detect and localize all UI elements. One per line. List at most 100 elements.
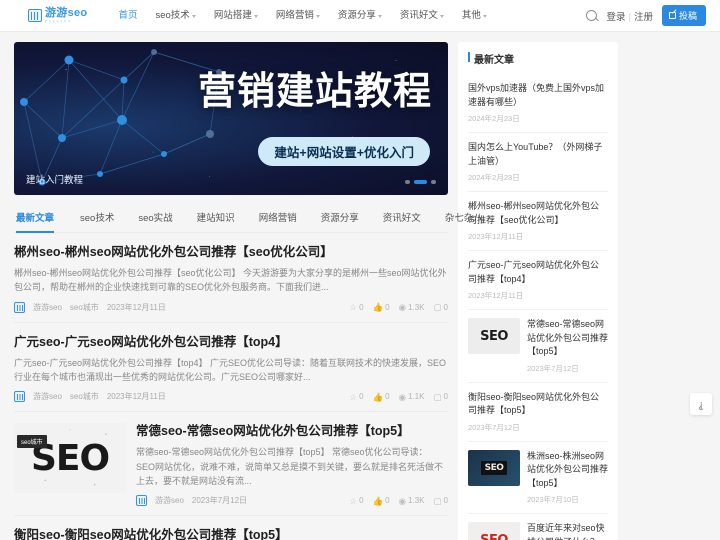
banner-dot-2[interactable] [431,180,436,184]
stat-views: ◉ 1.3K [399,303,425,312]
chevron-down-icon [253,14,258,18]
submit-post-button[interactable]: 投稿 [661,5,706,26]
comment-icon: ▢ [433,301,442,312]
article-body: 常德seo-常德seo网站优化外包公司推荐【top5】 常德seo-常德seo网站… [136,423,448,507]
sidebar-article-item[interactable]: 国内怎么上YouTube？（外网梯子上油管） 2024年2月23日 [468,133,608,192]
nav-item-1[interactable]: seo技术 [146,0,204,32]
share-glyph: ⸘ [698,398,704,411]
comment-icon: ▢ [433,495,442,506]
sidebar-item-title[interactable]: 国内怎么上YouTube？（外网梯子上油管） [468,141,608,168]
article-meta: 游游seo 2023年7月12日 ☆ 0 👍 0 ◉ 1.3K ▢ 0 [136,495,448,507]
hero-banner[interactable]: 营销建站教程 建站+网站设置+优化入门 建站入门教程 [14,42,448,195]
tab-3[interactable]: 建站知识 [185,203,247,232]
stat-stars-value: 0 [359,496,364,506]
site-logo[interactable]: 游游seo yoyoseo [28,7,87,24]
article-title[interactable]: 衡阳seo-衡阳seo网站优化外包公司推荐【top5】 [14,527,448,540]
article-author[interactable]: 游游seo [33,391,62,402]
article-title[interactable]: 郴州seo-郴州seo网站优化外包公司推荐【seo优化公司】 [14,244,448,261]
eye-icon: ◉ [398,495,407,506]
article-category[interactable]: seo城市 [70,302,99,313]
tab-1[interactable]: seo技术 [68,203,126,232]
article-author[interactable]: 游游seo [33,302,62,313]
sidebar-article-item[interactable]: 广元seo-广元seo网站优化外包公司推荐【top4】 2023年12月11日 [468,251,608,310]
sidebar-article-item[interactable]: 衡阳seo-衡阳seo网站优化外包公司推荐【top5】 2023年7月12日 [468,383,608,442]
sidebar-item-text: 广元seo-广元seo网站优化外包公司推荐【top4】 2023年12月11日 [468,259,608,301]
search-icon[interactable] [586,10,598,21]
tab-2[interactable]: seo实战 [126,203,184,232]
pencil-icon [668,12,676,19]
chevron-down-icon [439,14,444,18]
sidebar-article-item[interactable]: SEO 百度近年来对seo快排公司做了什么？2023年7月10日 [468,514,608,540]
sidebar-thumbnail: SEO [468,522,520,540]
article-item[interactable]: 广元seo-广元seo网站优化外包公司推荐【top4】 广元seo-广元seo网站… [14,323,448,413]
nav-item-4[interactable]: 资源分享 [329,0,391,32]
nav-item-0[interactable]: 首页 [109,0,146,32]
stat-likes-value: 0 [385,496,390,506]
stat-likes-value: 0 [385,302,390,312]
sidebar-item-title[interactable]: 常德seo-常德seo网站优化外包公司推荐【top5】 [527,318,608,359]
sidebar-item-title[interactable]: 百度近年来对seo快排公司做了什么？ [527,522,608,540]
tab-6[interactable]: 资讯好文 [371,203,433,232]
stat-stars: ☆ 0 [350,303,364,312]
sidebar-item-date: 2023年12月11日 [468,232,524,241]
sidebar-item-title[interactable]: 国外vps加速器（免费上国外vps加速器有哪些） [468,82,608,109]
article-date: 2023年7月12日 [191,496,248,506]
auth-separator: | [628,11,631,23]
star-icon: ☆ [349,391,358,402]
sidebar-article-item[interactable]: 国外vps加速器（免费上国外vps加速器有哪些） 2024年2月23日 [468,74,608,133]
nav-item-label: 首页 [118,9,138,21]
tab-0[interactable]: 最新文章 [14,203,68,233]
article-excerpt: 郴州seo-郴州seo网站优化外包公司推荐【seo优化公司】 今天游游要为大家分… [14,267,447,293]
star-icon: ☆ [349,301,358,312]
comment-icon: ▢ [433,391,442,402]
sidebar-item-title[interactable]: 衡阳seo-衡阳seo网站优化外包公司推荐【top5】 [468,391,608,418]
stat-views-value: 1.1K [408,392,425,402]
nav-item-2[interactable]: 网站搭建 [205,0,267,32]
thumbs-up-icon: 👍 [372,301,384,312]
sidebar-item-date: 2023年7月12日 [468,422,520,432]
tab-7[interactable]: 杂七杂八 [433,203,495,232]
article-category[interactable]: seo城市 [70,391,99,402]
nav-item-3[interactable]: 网络营销 [267,0,329,32]
site-header: 游游seo yoyoseo 首页 seo技术 网站搭建 网络营销 资源分享 资讯好文 其他 … [0,0,720,32]
sidebar-article-item[interactable]: SEO 株洲seo-株洲seo网站优化外包公司推荐【top5】 2023年7月10日 [468,442,608,514]
article-title[interactable]: 常德seo-常德seo网站优化外包公司推荐【top5】 [136,423,448,440]
stat-likes: 👍 0 [373,496,390,505]
share-icon[interactable]: ⸘ [690,393,712,415]
article-title[interactable]: 广元seo-广元seo网站优化外包公司推荐【top4】 [14,334,448,351]
stat-likes: 👍 0 [373,392,390,401]
article-item[interactable]: 郴州seo-郴州seo网站优化外包公司推荐【seo优化公司】郴州seo-郴州se… [14,233,448,323]
banner-dot-1[interactable] [414,180,427,184]
stat-likes-value: 0 [385,392,390,402]
sidebar-item-title[interactable]: 株洲seo-株洲seo网站优化外包公司推荐【top5】 [527,450,608,491]
thumbnail-graphic: SEO [14,423,126,494]
submit-post-label: 投稿 [678,11,697,21]
article-author[interactable]: 游游seo [155,495,184,506]
nav-item-6[interactable]: 其他 [453,0,496,32]
stat-views-value: 1.3K [408,496,425,506]
avatar [136,495,147,507]
sidebar-item-title[interactable]: 广元seo-广元seo网站优化外包公司推荐【top4】 [468,259,608,286]
stat-views-value: 1.3K [408,302,425,312]
article-thumbnail[interactable]: SEO seo城市 [14,423,126,494]
tab-5[interactable]: 资源分享 [309,203,371,232]
sidebar-list: 国外vps加速器（免费上国外vps加速器有哪些） 2024年2月23日 国内怎么上Y… [468,74,608,540]
sidebar-thumbnail-label: SEO [480,460,508,475]
main-navigation: 首页 seo技术 网站搭建 网络营销 资源分享 资讯好文 其他 [109,0,495,32]
thumbs-up-icon: 👍 [372,391,384,402]
banner-dot-0[interactable] [405,180,410,184]
sidebar-article-item[interactable]: SEO 常德seo-常德seo网站优化外包公司推荐【top5】 2023年7月12日 [468,310,608,383]
article-item[interactable]: 衡阳seo-衡阳seo网站优化外包公司推荐【top5】衡阳seo-衡阳seo网站… [14,516,448,540]
article-stats: ☆ 0 👍 0 ◉ 1.3K ▢ 0 [350,303,449,312]
article-item[interactable]: SEO seo城市 常德seo-常德seo网站优化外包公司推荐【top5】 常德seo… [14,412,448,517]
banner-caption: 建站入门教程 [26,175,84,186]
nav-item-5[interactable]: 资讯好文 [391,0,453,32]
auth-links[interactable]: 登录 | 注册 [606,9,653,23]
tab-4[interactable]: 网络营销 [247,203,309,232]
sidebar-thumbnail: SEO [468,449,520,486]
header-actions: 登录 | 注册 投稿 [586,5,706,26]
article-body: 广元seo-广元seo网站优化外包公司推荐【top4】 广元seo-广元seo网站… [14,334,448,403]
register-link[interactable]: 注册 [634,12,653,23]
login-link[interactable]: 登录 [606,12,625,23]
category-tabs: 最新文章 seo技术 seo实战 建站知识 网络营销 资源分享 资讯好文 杂七杂八 [14,203,483,233]
